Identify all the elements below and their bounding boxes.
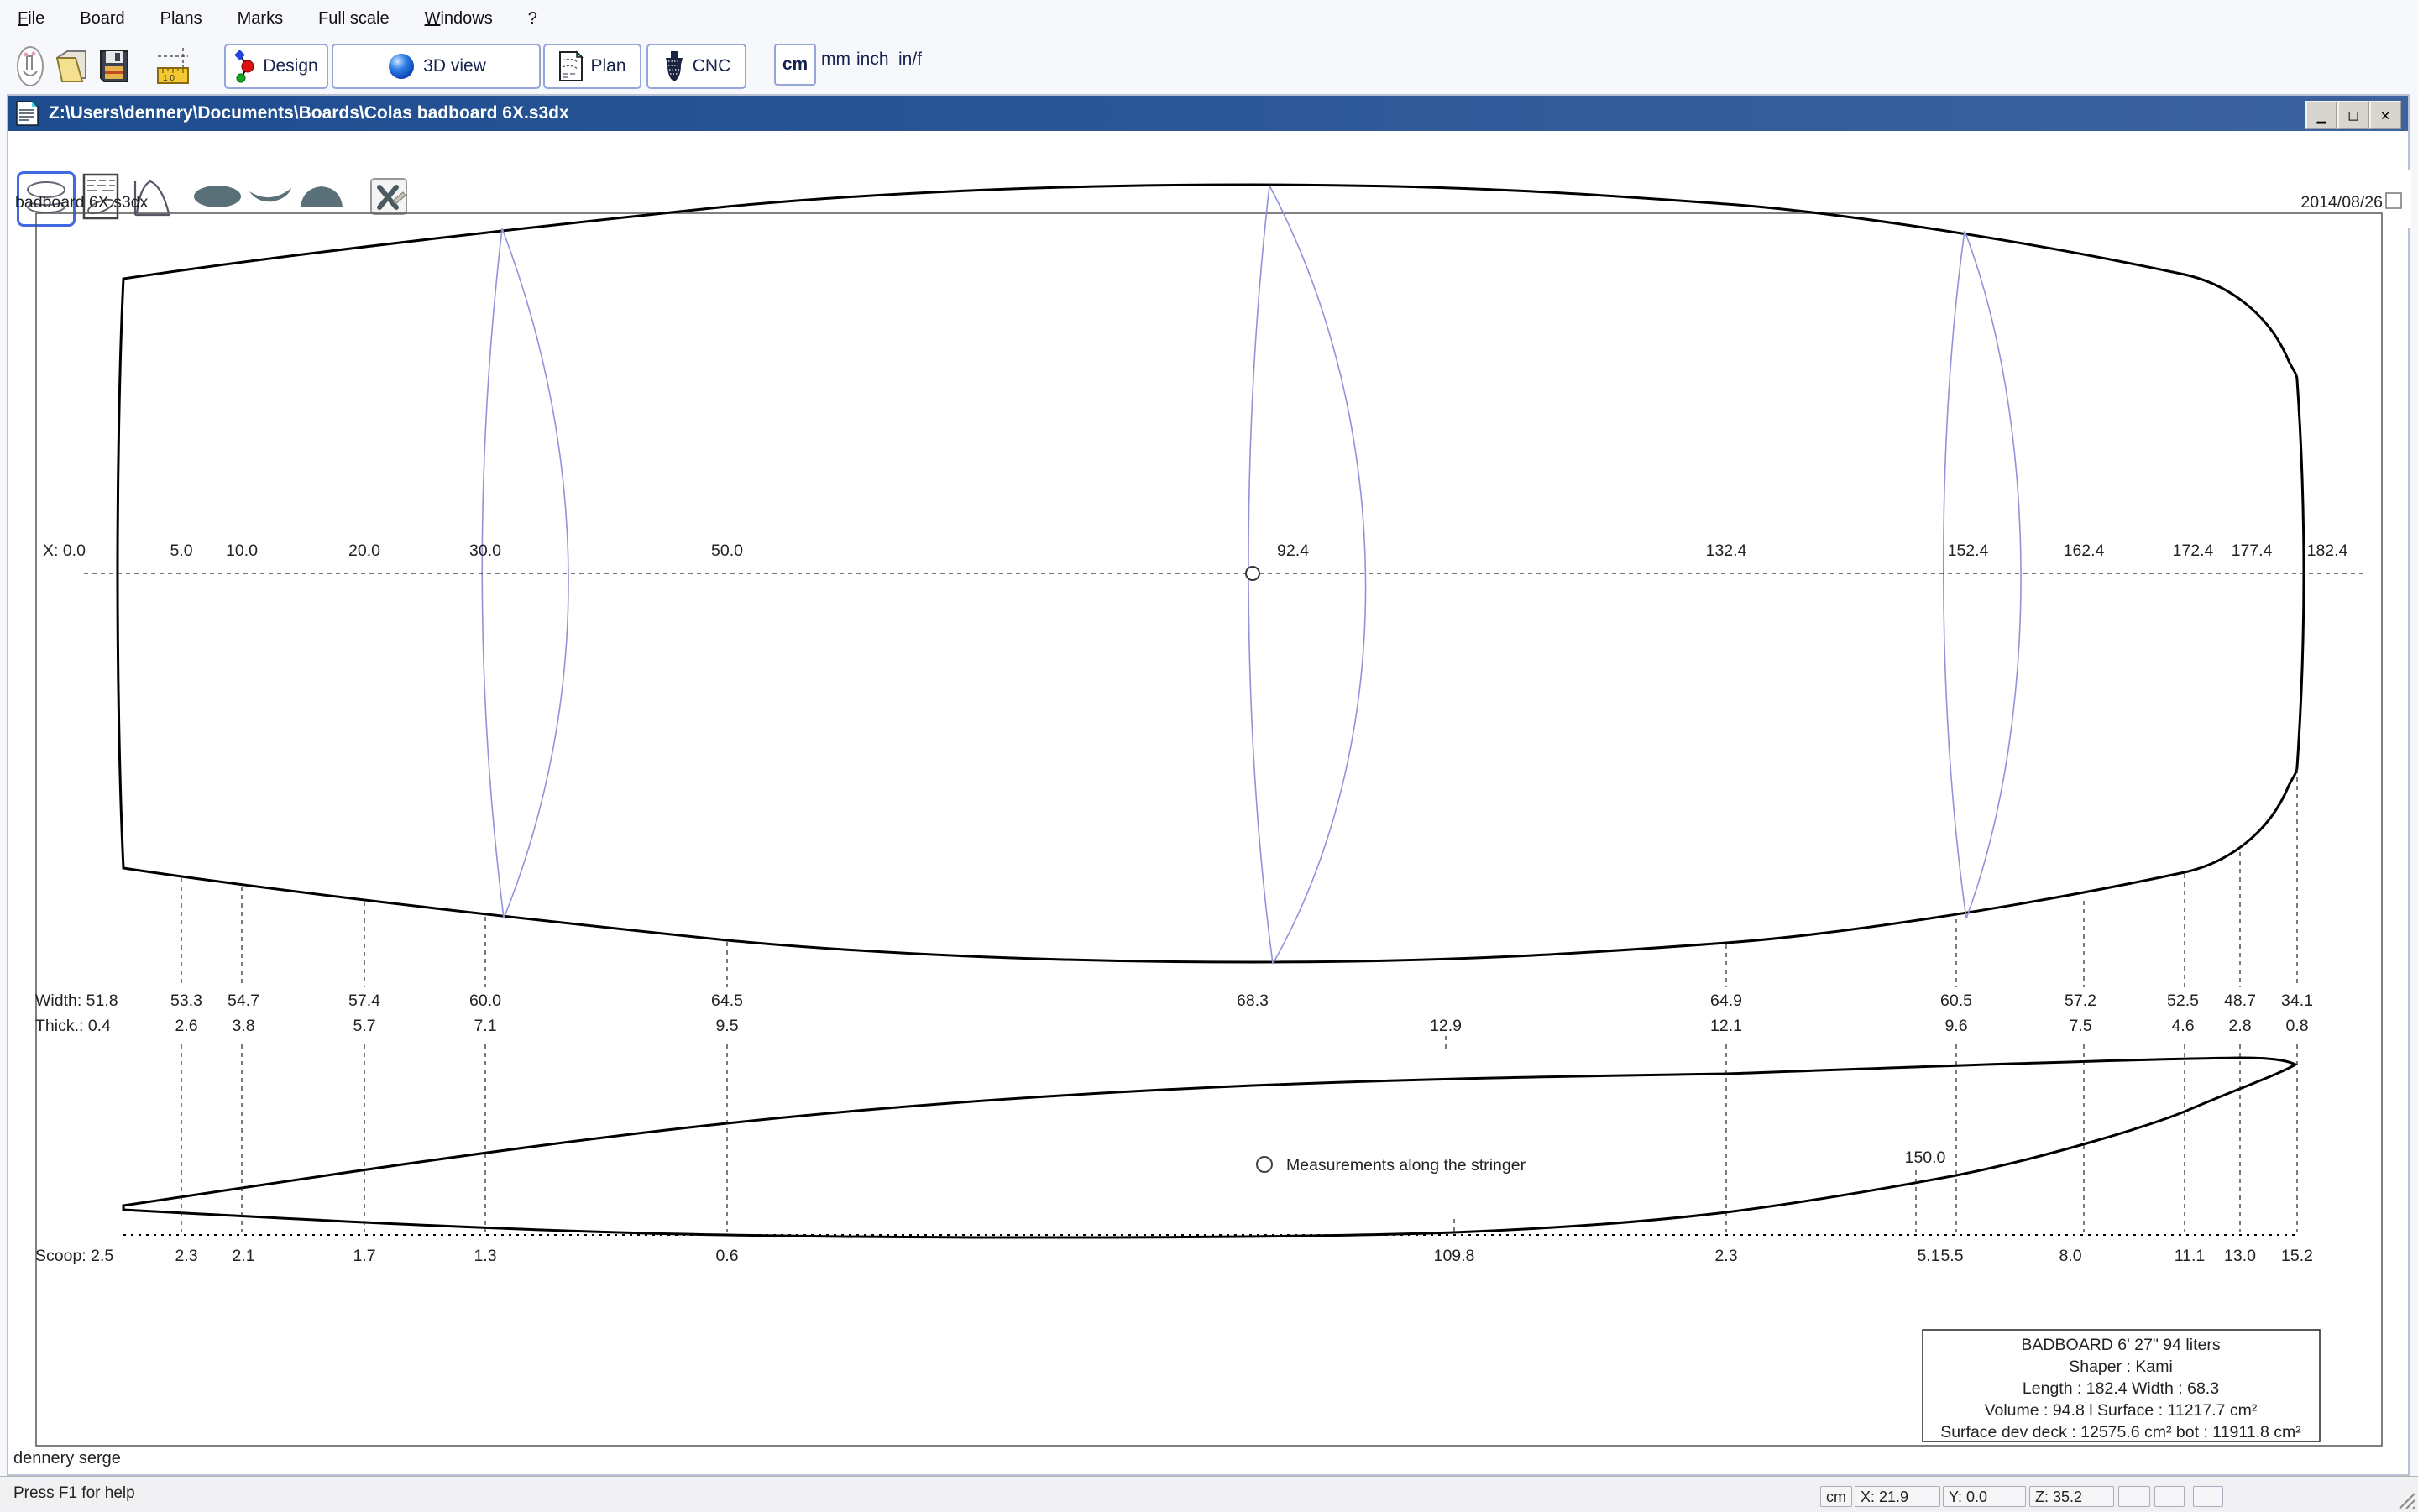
menu-bar: File Board Plans Marks Full scale Window… — [0, 0, 2418, 38]
minimize-button[interactable]: ▁ — [2305, 101, 2337, 129]
spec-sheet-view-button[interactable] — [81, 171, 121, 222]
curve-icon — [132, 175, 174, 218]
3d-sphere-icon — [386, 51, 416, 81]
curve-view-button[interactable] — [131, 171, 175, 222]
status-empty-box-3 — [2193, 1486, 2223, 1507]
menu-windows[interactable]: Windows — [407, 9, 510, 29]
unit-mm[interactable]: mm — [821, 50, 850, 70]
excel-icon — [369, 175, 408, 217]
plan-icon — [558, 50, 584, 82]
view-toolbar — [12, 170, 2411, 228]
3d-view-button[interactable]: 3D view — [332, 44, 541, 89]
menu-marks[interactable]: Marks — [220, 9, 301, 29]
menu-full-scale[interactable]: Full scale — [301, 9, 406, 29]
svg-text:1 0: 1 0 — [163, 74, 175, 83]
cnc-button-label: CNC — [693, 56, 731, 76]
status-unit: cm — [1820, 1486, 1852, 1507]
document-window: Z:\Users\dennery\Documents\Boards\Colas … — [7, 94, 2410, 1476]
status-help-text: Press F1 for help — [13, 1484, 135, 1503]
design-button-label: Design — [263, 56, 317, 76]
outline-plan-view-button[interactable] — [17, 171, 76, 227]
design-button[interactable]: Design — [224, 44, 328, 89]
author-name: dennery serge — [13, 1449, 121, 1468]
status-bar: Press F1 for help cm X: 21.9 Y: 0.0 Z: 3… — [0, 1476, 2418, 1512]
document-icon — [15, 100, 40, 127]
status-empty-box-2 — [2154, 1486, 2185, 1507]
cnc-button[interactable]: CNC — [646, 44, 746, 89]
filled-outline-view-button[interactable] — [191, 171, 243, 222]
spec-sheet-icon — [82, 173, 119, 220]
filled-outline-icon — [192, 180, 243, 213]
plan-button-label: Plan — [590, 56, 625, 76]
status-x-coordinate: X: 21.9 — [1855, 1486, 1940, 1507]
rocker-icon — [248, 180, 293, 213]
pointer-tool-icon[interactable] — [12, 44, 52, 88]
outline-plan-view-icon — [24, 179, 68, 219]
status-z-coordinate: Z: 35.2 — [2029, 1486, 2114, 1507]
unit-inf[interactable]: in/f — [898, 50, 922, 70]
design-icon — [234, 50, 256, 83]
menu-board[interactable]: Board — [62, 9, 142, 29]
status-empty-box-1 — [2118, 1486, 2150, 1507]
rocker-view-button[interactable] — [247, 171, 294, 222]
window-client-area — [8, 131, 2408, 1474]
cnc-bit-icon — [662, 50, 686, 83]
measure-icon[interactable]: 1 0 — [154, 44, 195, 88]
menu-file[interactable]: File — [0, 9, 62, 29]
section-icon — [298, 180, 345, 213]
menu-plans[interactable]: Plans — [143, 9, 220, 29]
maximize-button[interactable]: □ — [2337, 101, 2369, 129]
unit-cm[interactable]: cm — [774, 44, 816, 86]
plan-button[interactable]: Plan — [543, 44, 641, 89]
unit-inch[interactable]: inch — [856, 50, 889, 70]
3d-view-button-label: 3D view — [423, 56, 486, 76]
section-view-button[interactable] — [297, 171, 346, 222]
close-button[interactable]: ✕ — [2369, 101, 2401, 129]
resize-grip[interactable] — [2396, 1490, 2416, 1510]
open-file-icon[interactable] — [52, 44, 92, 88]
window-title: Z:\Users\dennery\Documents\Boards\Colas … — [49, 103, 569, 123]
window-titlebar[interactable]: Z:\Users\dennery\Documents\Boards\Colas … — [8, 96, 2408, 131]
main-toolbar: 1 0 Design 3D view Plan — [0, 38, 2418, 94]
export-excel-button[interactable] — [368, 171, 410, 222]
save-icon[interactable] — [94, 44, 134, 88]
menu-help[interactable]: ? — [510, 9, 555, 29]
status-y-coordinate: Y: 0.0 — [1943, 1486, 2026, 1507]
